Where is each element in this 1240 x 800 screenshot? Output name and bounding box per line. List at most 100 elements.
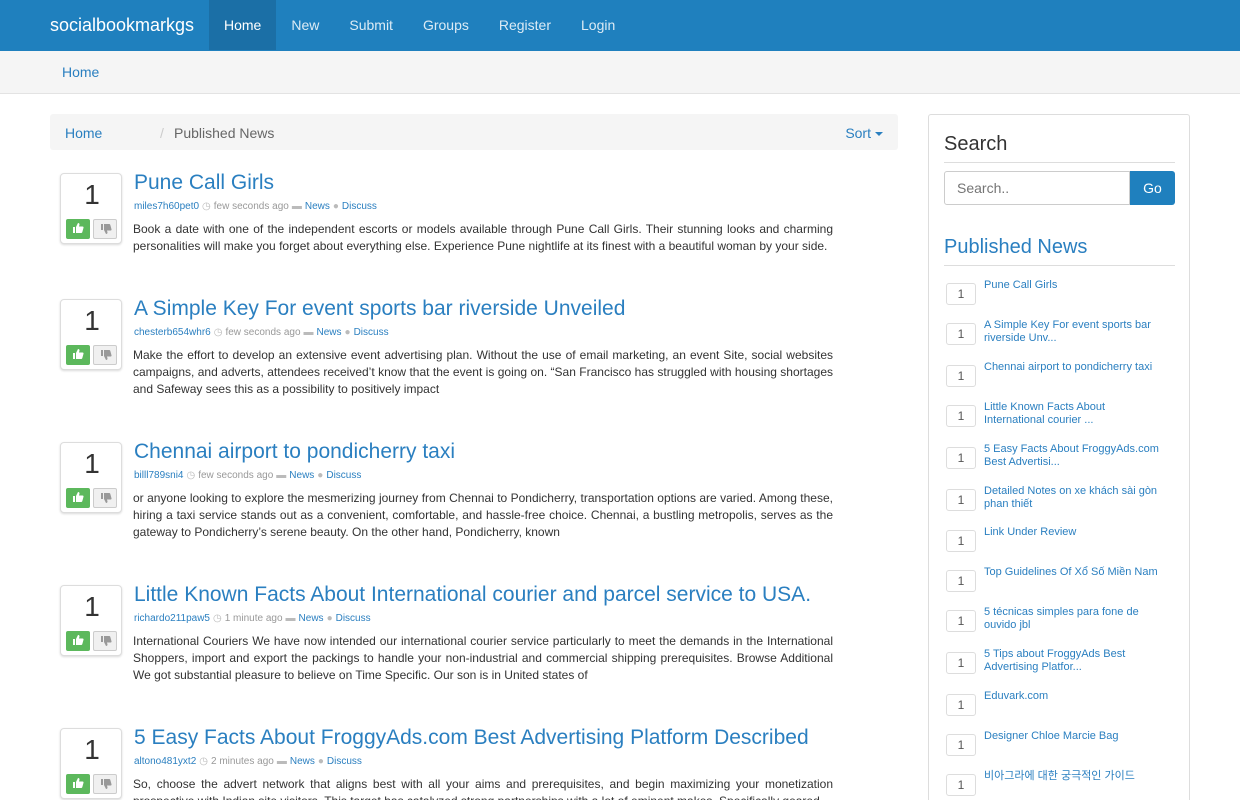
clock-icon: ◷ xyxy=(199,756,209,767)
sidebar-news-link[interactable]: 5 Tips about FroggyAds Best Advertising … xyxy=(984,648,1164,674)
post-discuss[interactable]: Discuss xyxy=(354,327,389,338)
post-discuss[interactable]: Discuss xyxy=(342,201,377,212)
post-title[interactable]: Pune Call Girls xyxy=(134,171,274,195)
caret-down-icon xyxy=(875,132,883,137)
sort-label: Sort xyxy=(845,125,871,141)
comment-icon: ● xyxy=(317,470,324,481)
sidebar-news-link[interactable]: A Simple Key For event sports bar rivers… xyxy=(984,319,1164,345)
sidebar-news-link[interactable]: Top Guidelines Of Xổ Số Miền Nam xyxy=(984,566,1164,579)
folder-icon: ▬ xyxy=(291,201,302,212)
sidebar-news-link[interactable]: Chennai airport to pondicherry taxi xyxy=(984,361,1164,374)
search-input[interactable] xyxy=(944,171,1130,205)
sidebar-news-link[interactable]: 5 técnicas simples para fone de ouvido j… xyxy=(984,606,1164,632)
sidebar-news-link[interactable]: 5 Easy Facts About FroggyAds.com Best Ad… xyxy=(984,443,1164,469)
navbar: socialbookmarkgs Home New Submit Groups … xyxy=(0,0,1240,51)
nav-register[interactable]: Register xyxy=(484,0,566,50)
thumbs-up-icon xyxy=(73,349,84,359)
post-title[interactable]: Little Known Facts About International c… xyxy=(134,583,811,607)
post-discuss[interactable]: Discuss xyxy=(326,470,361,481)
upvote-button[interactable] xyxy=(66,774,90,794)
thumbs-down-icon xyxy=(101,636,112,646)
downvote-button[interactable] xyxy=(93,345,117,365)
post-title[interactable]: 5 Easy Facts About FroggyAds.com Best Ad… xyxy=(134,726,809,750)
post-category[interactable]: News xyxy=(305,201,330,212)
nav-submit[interactable]: Submit xyxy=(334,0,408,50)
count-badge: 1 xyxy=(946,694,976,716)
post-time: few seconds ago xyxy=(198,470,274,481)
post-category[interactable]: News xyxy=(317,327,342,338)
downvote-button[interactable] xyxy=(93,219,117,239)
vote-box: 1 xyxy=(60,173,122,244)
downvote-button[interactable] xyxy=(93,488,117,508)
upvote-button[interactable] xyxy=(66,631,90,651)
vote-count: 1 xyxy=(84,591,100,622)
count-badge: 1 xyxy=(946,774,976,796)
sidebar-news-link[interactable]: Detailed Notes on xe khách sài gòn phan … xyxy=(984,485,1164,511)
clock-icon: ◷ xyxy=(202,201,211,212)
count-badge: 1 xyxy=(946,447,976,469)
nav-new[interactable]: New xyxy=(276,0,334,50)
vote-count: 1 xyxy=(84,179,100,210)
published-news-heading[interactable]: Published News xyxy=(944,236,1087,259)
sidebar-news-link[interactable]: Little Known Facts About International c… xyxy=(984,401,1164,427)
nav-home[interactable]: Home xyxy=(209,0,277,50)
clock-icon: ◷ xyxy=(186,470,196,481)
sidebar-news-link[interactable]: 비아그라에 대한 궁극적인 가이드 xyxy=(984,770,1164,783)
breadcrumb-home-link[interactable]: Home xyxy=(65,125,102,141)
post-title[interactable]: Chennai airport to pondicherry taxi xyxy=(134,440,455,464)
divider xyxy=(944,162,1175,163)
post-author[interactable]: richardo211paw5 xyxy=(134,613,210,624)
upvote-button[interactable] xyxy=(66,488,90,508)
clock-icon: ◷ xyxy=(212,613,222,624)
post-author[interactable]: altono481yxt2 xyxy=(134,756,196,767)
topbar-home-link[interactable]: Home xyxy=(62,64,99,80)
nav-groups[interactable]: Groups xyxy=(408,0,484,50)
comment-icon: ● xyxy=(326,613,333,624)
post-time: few seconds ago xyxy=(213,201,289,212)
count-badge: 1 xyxy=(946,283,976,305)
post-discuss[interactable]: Discuss xyxy=(327,756,362,767)
count-badge: 1 xyxy=(946,652,976,674)
search-go-button[interactable]: Go xyxy=(1130,171,1175,205)
post-excerpt: Make the effort to develop an extensive … xyxy=(133,348,833,396)
post-discuss[interactable]: Discuss xyxy=(336,613,371,624)
post-meta: billl789sni4 ◷ few seconds ago ▬ News ● Discus… xyxy=(134,470,361,481)
breadcrumb-separator: / xyxy=(160,125,164,141)
upvote-button[interactable] xyxy=(66,345,90,365)
upvote-button[interactable] xyxy=(66,219,90,239)
vote-box: 1 xyxy=(60,728,122,799)
folder-icon: ▬ xyxy=(276,470,287,481)
top-breadcrumb-bar: Home xyxy=(0,51,1240,94)
post-category[interactable]: News xyxy=(299,613,324,624)
post-author[interactable]: miles7h60pet0 xyxy=(134,201,199,212)
thumbs-down-icon xyxy=(101,493,112,503)
count-badge: 1 xyxy=(946,610,976,632)
downvote-button[interactable] xyxy=(93,774,117,794)
breadcrumb: Home / Published News Sort xyxy=(50,114,898,150)
sidebar-news-link[interactable]: Link Under Review xyxy=(984,526,1164,539)
vote-count: 1 xyxy=(84,734,100,765)
post-category[interactable]: News xyxy=(289,470,314,481)
count-badge: 1 xyxy=(946,405,976,427)
post-author[interactable]: billl789sni4 xyxy=(134,470,183,481)
sidebar-news-link[interactable]: Designer Chloe Marcie Bag xyxy=(984,730,1164,743)
sidebar-news-link[interactable]: Pune Call Girls xyxy=(984,279,1164,292)
nav-menu: Home New Submit Groups Register Login xyxy=(209,0,630,50)
post-category[interactable]: News xyxy=(290,756,315,767)
count-badge: 1 xyxy=(946,570,976,592)
folder-icon: ▬ xyxy=(276,756,287,767)
post-title[interactable]: A Simple Key For event sports bar rivers… xyxy=(134,297,625,321)
folder-icon: ▬ xyxy=(285,613,296,624)
count-badge: 1 xyxy=(946,489,976,511)
post-meta: chesterb654whr6 ◷ few seconds ago ▬ News ● Dis… xyxy=(134,327,389,338)
divider xyxy=(944,265,1175,266)
thumbs-down-icon xyxy=(101,779,112,789)
comment-icon: ● xyxy=(332,201,339,212)
nav-login[interactable]: Login xyxy=(566,0,630,50)
post-author[interactable]: chesterb654whr6 xyxy=(134,327,211,338)
downvote-button[interactable] xyxy=(93,631,117,651)
sort-dropdown[interactable]: Sort xyxy=(845,125,883,141)
site-brand[interactable]: socialbookmarkgs xyxy=(50,15,194,36)
sidebar-news-link[interactable]: Eduvark.com xyxy=(984,690,1164,703)
vote-box: 1 xyxy=(60,442,122,513)
